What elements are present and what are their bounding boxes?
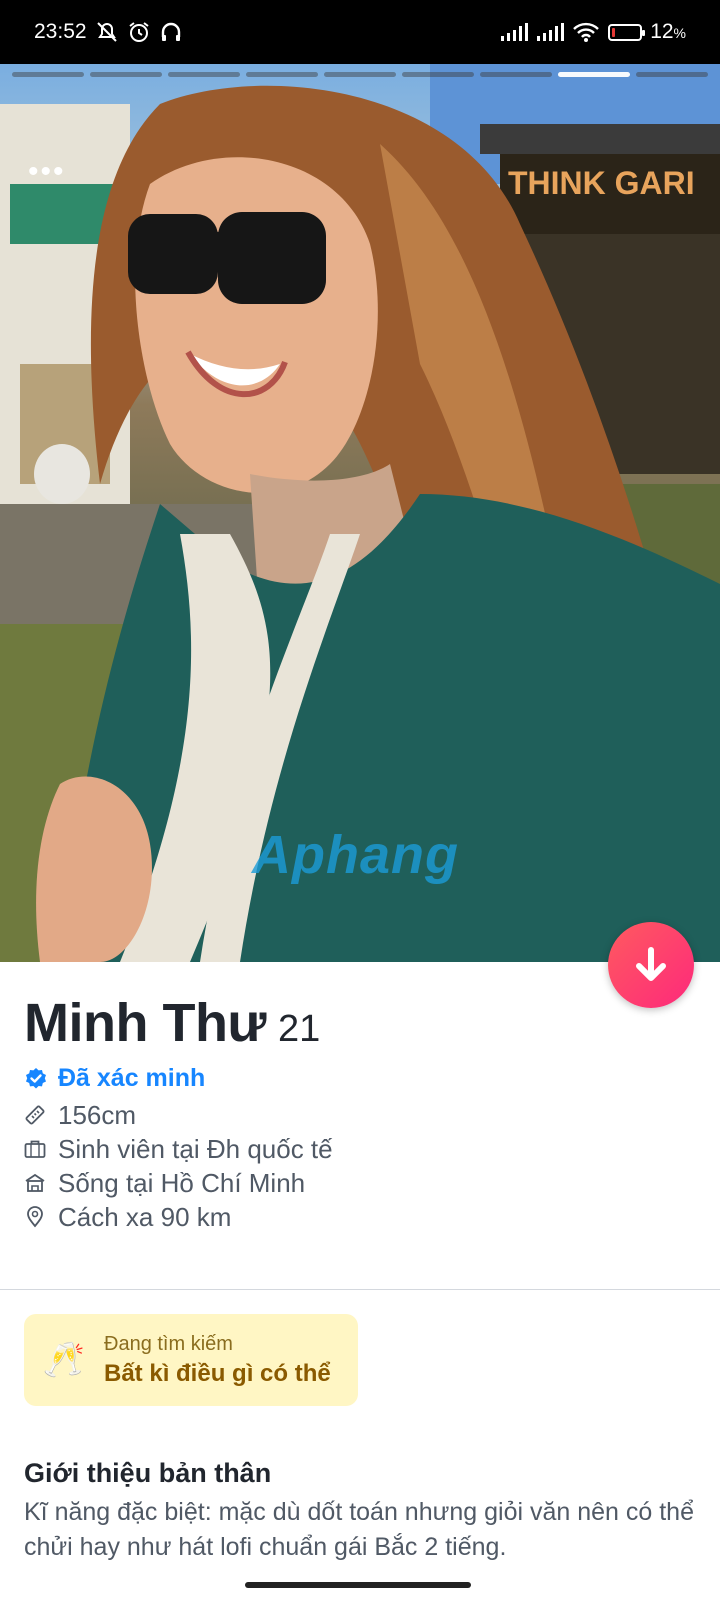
ruler-icon bbox=[24, 1104, 46, 1126]
more-options-icon[interactable]: ••• bbox=[28, 157, 66, 187]
job-text: Sinh viên tại Đh quốc tế bbox=[58, 1133, 333, 1164]
battery-icon bbox=[608, 23, 646, 41]
looking-for-label: Đang tìm kiếm bbox=[104, 1332, 233, 1355]
profile-info: Minh Thư 21 Đã xác minh 156cm Sinh viên … bbox=[24, 992, 696, 1232]
signal-icon bbox=[536, 22, 565, 42]
about-title: Giới thiệu bản thân bbox=[24, 1458, 272, 1488]
detail-lives-in: Sống tại Hồ Chí Minh bbox=[24, 1168, 696, 1198]
name-line: Minh Thư 21 bbox=[24, 992, 696, 1054]
briefcase-icon bbox=[24, 1139, 46, 1159]
section-divider bbox=[0, 1289, 720, 1290]
distance-text: Cách xa 90 km bbox=[58, 1201, 232, 1232]
arrow-down-icon bbox=[636, 947, 666, 981]
photo-progress-segment[interactable] bbox=[90, 72, 162, 77]
photo-progress-segment[interactable] bbox=[324, 72, 396, 77]
lives-in-text: Sống tại Hồ Chí Minh bbox=[58, 1167, 306, 1198]
verified-badge[interactable]: Đã xác minh bbox=[24, 1064, 696, 1093]
profile-name: Minh Thư bbox=[24, 993, 267, 1053]
mute-icon bbox=[95, 21, 119, 43]
signal-icon bbox=[500, 22, 529, 42]
status-left: 23:52 bbox=[34, 20, 183, 44]
clock: 23:52 bbox=[34, 20, 87, 43]
looking-for-texts: Đang tìm kiếm Bất kì điều gì có thể bbox=[104, 1333, 331, 1388]
watermark: Aphang bbox=[252, 825, 459, 885]
battery-percent: 12% bbox=[650, 20, 686, 43]
status-bar: 23:52 12% bbox=[0, 0, 720, 64]
profile-age: 21 bbox=[278, 1008, 321, 1050]
photo-progress-segment[interactable] bbox=[12, 72, 84, 77]
collapse-profile-button[interactable] bbox=[608, 922, 694, 1008]
alarm-icon bbox=[127, 21, 151, 43]
about-section: Giới thiệu bản thân Kĩ năng đặc biệt: mặ… bbox=[24, 1458, 696, 1565]
battery-value: 12 bbox=[650, 20, 674, 43]
looking-for-card: 🥂 Đang tìm kiếm Bất kì điều gì có thể bbox=[24, 1314, 358, 1406]
photo-progress-indicator bbox=[12, 72, 708, 78]
about-text: Kĩ năng đặc biệt: mặc dù dốt toán nhưng … bbox=[24, 1498, 694, 1561]
battery-fill bbox=[612, 27, 616, 37]
home-indicator[interactable] bbox=[245, 1582, 471, 1588]
headphones-icon bbox=[159, 21, 183, 43]
photo-progress-segment[interactable] bbox=[168, 72, 240, 77]
location-pin-icon bbox=[24, 1206, 46, 1228]
verified-label: Đã xác minh bbox=[58, 1064, 206, 1092]
home-icon bbox=[24, 1173, 46, 1193]
photo-progress-segment[interactable] bbox=[558, 72, 630, 77]
detail-distance: Cách xa 90 km bbox=[24, 1202, 696, 1232]
verified-check-icon bbox=[26, 1067, 46, 1088]
photo-progress-segment[interactable] bbox=[246, 72, 318, 77]
photo-progress-segment[interactable] bbox=[480, 72, 552, 77]
looking-for-value: Bất kì điều gì có thể bbox=[104, 1359, 331, 1387]
detail-job: Sinh viên tại Đh quốc tế bbox=[24, 1134, 696, 1164]
photo-progress-segment[interactable] bbox=[636, 72, 708, 77]
height-text: 156cm bbox=[58, 1099, 137, 1130]
cheers-icon: 🥂 bbox=[42, 1341, 86, 1379]
svg-text:THINK GARI: THINK GARI bbox=[508, 165, 695, 201]
detail-height: 156cm bbox=[24, 1100, 696, 1130]
wifi-icon bbox=[572, 21, 600, 43]
profile-photo[interactable]: THINK GARI ••• Aphang bbox=[0, 64, 720, 962]
photo-progress-segment[interactable] bbox=[402, 72, 474, 77]
status-right: 12% bbox=[500, 20, 686, 44]
